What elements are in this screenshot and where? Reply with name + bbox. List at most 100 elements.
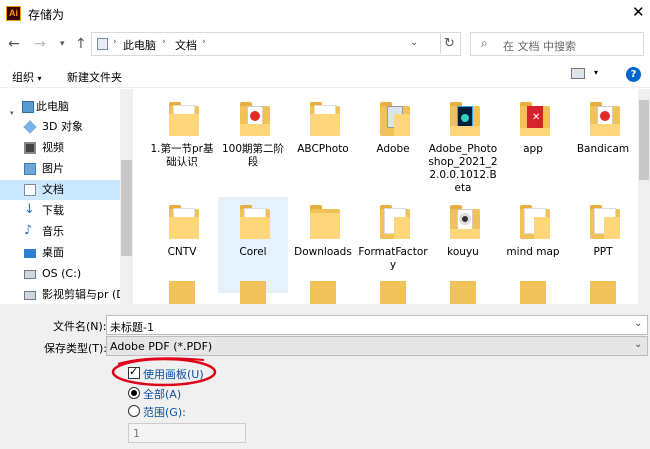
media-folder-icon: [590, 102, 620, 136]
drive-icon: [24, 291, 36, 300]
folder-icon: [240, 205, 270, 239]
up-arrow-icon[interactable]: ↑: [75, 36, 87, 52]
file-item[interactable]: PPT: [568, 197, 638, 293]
nav-label: 3D 对象: [42, 120, 83, 133]
file-label: Downloads: [294, 246, 352, 258]
filename-value: 未标题-1: [110, 321, 154, 334]
red-annotation-circle: [111, 357, 217, 387]
filename-input[interactable]: 未标题-1 ⌄: [106, 315, 648, 335]
expand-chevron-icon[interactable]: ▾: [10, 103, 14, 117]
nav-item-documents[interactable]: 文档: [0, 180, 120, 200]
file-item[interactable]: ABCPhoto: [288, 94, 358, 190]
desktop-icon: [24, 249, 36, 258]
disc-folder-icon: [450, 205, 480, 239]
range-value: 1: [133, 427, 140, 440]
refresh-icon[interactable]: ↻: [440, 34, 458, 54]
filetype-label: 保存类型(T):: [44, 342, 108, 355]
nav-scrollbar-thumb[interactable]: [121, 160, 132, 256]
breadcrumb-separator-icon: ›: [113, 37, 117, 47]
breadcrumb-separator-icon: ›: [162, 37, 166, 47]
breadcrumb-documents[interactable]: 文档: [175, 37, 197, 53]
file-item[interactable]: Adobe_Photoshop_2021_22.0.0.1012.Beta: [428, 94, 498, 194]
search-icon: ⌕: [481, 36, 488, 50]
breadcrumb-this-pc[interactable]: 此电脑: [123, 37, 156, 53]
nav-item-3d-objects[interactable]: 3D 对象: [0, 117, 120, 137]
nav-label: 此电脑: [36, 100, 69, 113]
file-label: CNTV: [167, 246, 197, 258]
nav-item-music[interactable]: ♪ 音乐: [0, 222, 120, 242]
file-label: mind map: [506, 246, 560, 258]
file-item[interactable]: mind map: [498, 197, 568, 293]
close-icon[interactable]: ✕: [632, 3, 645, 21]
file-label: Adobe: [376, 143, 410, 155]
address-bar[interactable]: › 此电脑 › 文档 › ⌄: [91, 32, 461, 56]
search-placeholder: 在 文档 中搜索: [503, 40, 576, 53]
folder-icon: [590, 281, 616, 304]
nav-item-videos[interactable]: 视频: [0, 138, 120, 158]
folder-icon: [380, 281, 406, 304]
file-item[interactable]: Downloads: [288, 197, 358, 293]
new-folder-button[interactable]: 新建文件夹: [67, 69, 122, 85]
all-radio[interactable]: [128, 387, 140, 399]
nav-label: OS (C:): [42, 267, 82, 280]
back-arrow-icon[interactable]: ←: [8, 36, 20, 52]
folder-icon: [450, 281, 476, 304]
file-item[interactable]: ✕ app: [498, 94, 568, 190]
file-item[interactable]: 1.第一节pr基础认识: [147, 94, 217, 190]
help-icon[interactable]: ?: [626, 67, 641, 82]
documents-icon: [24, 184, 36, 196]
nav-item-pictures[interactable]: 图片: [0, 159, 120, 179]
nav-item-downloads[interactable]: ↓ 下载: [0, 201, 120, 221]
view-options-chevron-icon[interactable]: ▾: [594, 68, 598, 77]
nav-label: 文档: [42, 183, 64, 196]
nav-label: 桌面: [42, 246, 64, 259]
file-item[interactable]: FormatFactory: [358, 197, 428, 293]
video-icon: [24, 142, 36, 154]
music-icon: ♪: [24, 223, 33, 238]
document-folder-icon: [590, 205, 620, 239]
file-label: PPT: [593, 246, 613, 258]
file-scrollbar-thumb[interactable]: [639, 100, 649, 180]
folder-icon: [240, 281, 266, 304]
media-folder-icon: [240, 102, 270, 136]
file-item[interactable]: CNTV: [147, 197, 217, 293]
range-input[interactable]: 1: [128, 423, 246, 443]
recent-locations-chevron-icon[interactable]: ▾: [60, 39, 65, 49]
organize-chevron-icon: ▾: [37, 74, 42, 83]
range-radio[interactable]: [128, 405, 140, 417]
nav-item-drive-d[interactable]: 影视剪辑与pr (D: [0, 285, 120, 305]
nav-label: 下载: [42, 204, 64, 217]
pictures-icon: [24, 163, 36, 175]
range-label[interactable]: 范围(G):: [143, 404, 186, 420]
filename-label: 文件名(N):: [53, 320, 107, 333]
folder-icon: [169, 102, 199, 136]
file-label: 100期第二阶段: [221, 143, 285, 168]
file-item[interactable]: 100期第二阶段: [218, 94, 288, 190]
nav-label: 视频: [42, 141, 64, 154]
nav-label: 影视剪辑与pr (D: [42, 288, 120, 301]
nav-item-desktop[interactable]: 桌面: [0, 243, 120, 263]
app-folder-icon: ✕: [520, 102, 550, 136]
computer-icon: [22, 101, 34, 113]
window-title: 存储为: [28, 8, 65, 22]
file-item[interactable]: Adobe: [358, 94, 428, 190]
file-item-selected[interactable]: Corel: [218, 197, 288, 293]
address-dropdown-chevron-icon[interactable]: ⌄: [410, 37, 418, 48]
nav-item-this-pc[interactable]: ▾ 此电脑: [0, 97, 120, 117]
file-label: 1.第一节pr基础认识: [150, 143, 214, 168]
file-label: app: [523, 143, 543, 155]
filename-dropdown-chevron-icon[interactable]: ⌄: [634, 318, 642, 329]
forward-arrow-icon[interactable]: →: [34, 36, 46, 52]
file-item[interactable]: kouyu: [428, 197, 498, 293]
view-options-icon[interactable]: [571, 68, 585, 79]
all-label[interactable]: 全部(A): [143, 386, 181, 402]
filetype-dropdown-chevron-icon[interactable]: ⌄: [634, 339, 642, 350]
file-label: ABCPhoto: [297, 143, 349, 155]
filetype-select[interactable]: Adobe PDF (*.PDF) ⌄: [106, 336, 648, 356]
organize-button[interactable]: 组织 ▾: [12, 69, 42, 85]
search-box[interactable]: ⌕ 在 文档 中搜索: [470, 32, 644, 56]
nav-item-os-c[interactable]: OS (C:): [0, 264, 120, 284]
photoshop-folder-icon: [450, 102, 480, 136]
nav-label: 音乐: [42, 225, 64, 238]
file-item[interactable]: Bandicam: [568, 94, 638, 190]
